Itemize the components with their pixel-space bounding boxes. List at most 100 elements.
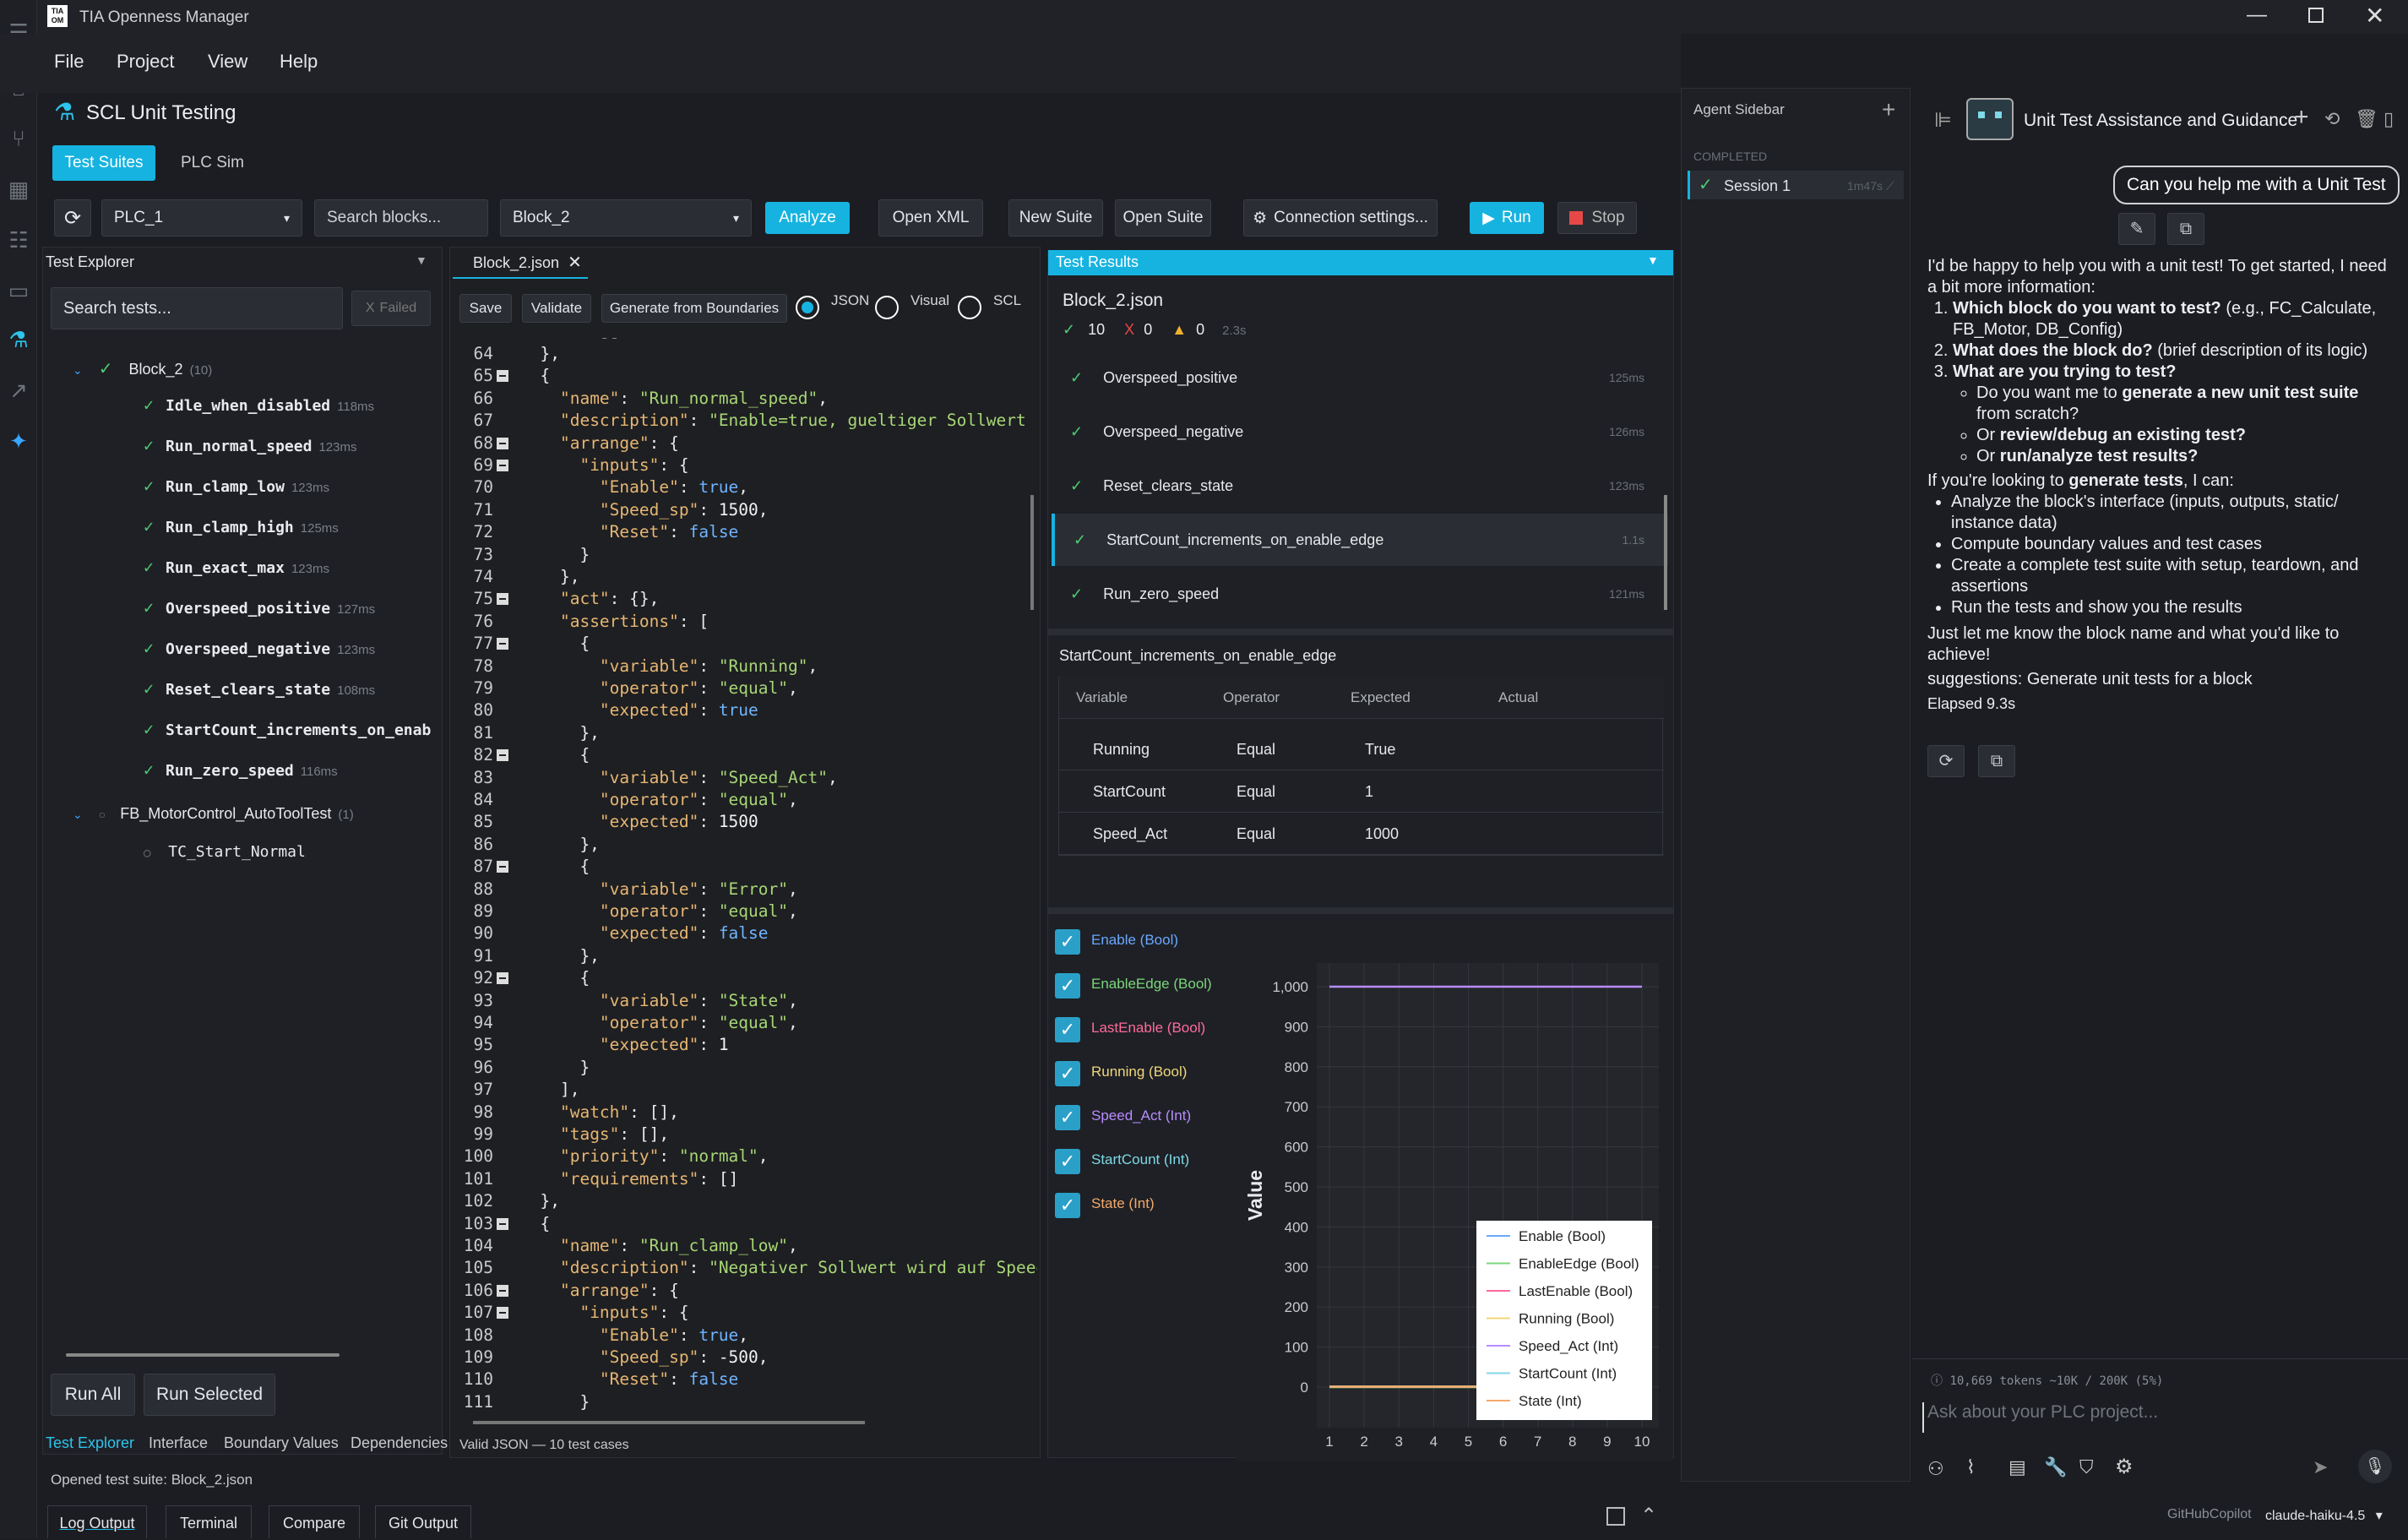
failed-filter-button[interactable]: X Failed	[351, 291, 431, 326]
splitter[interactable]	[1048, 907, 1673, 914]
tab-log-output[interactable]: Log Output	[47, 1505, 147, 1538]
tab-test-explorer[interactable]: Test Explorer	[46, 1434, 134, 1452]
edit-icon[interactable]: ⟋	[1886, 179, 1894, 193]
robot-icon[interactable]: ⚇	[1927, 1458, 1944, 1480]
test-item[interactable]: ✓ Run_clamp_high 125ms	[144, 516, 339, 536]
session-item[interactable]: ✓ Session 1 1m47s ⟋	[1688, 171, 1904, 199]
tab-dependencies[interactable]: Dependencies	[351, 1434, 448, 1452]
signal-checkbox[interactable]: ✓	[1055, 1193, 1080, 1218]
editor-tab[interactable]: Block_2.json ✕	[453, 248, 588, 279]
branch-icon[interactable]: ⑂	[5, 125, 32, 152]
document-icon[interactable]: ▤	[2008, 1456, 2026, 1478]
plc-select[interactable]: PLC_1 ▾	[101, 199, 302, 237]
signal-checkbox[interactable]: ✓	[1055, 1061, 1080, 1086]
result-row[interactable]: ✓ Overspeed_negative 126ms	[1052, 405, 1668, 458]
retry-icon[interactable]: ⟳	[1927, 745, 1965, 777]
chip-icon[interactable]: ▦	[5, 176, 32, 203]
run-button[interactable]: ▶ Run	[1470, 202, 1544, 234]
tab-test-suites[interactable]: Test Suites	[52, 145, 155, 181]
close-icon[interactable]: ✕	[2365, 2, 2384, 30]
menu-help[interactable]: Help	[280, 51, 318, 73]
test-item[interactable]: ✓ Idle_when_disabled 118ms	[144, 395, 374, 415]
monitor-icon[interactable]: ▭	[5, 277, 32, 304]
tab-plc-sim[interactable]: PLC Sim	[181, 154, 244, 172]
trash-icon[interactable]: 🗑	[2355, 108, 2378, 130]
test-search-input[interactable]: Search tests...	[51, 287, 343, 329]
connection-settings-button[interactable]: ⚙ Connection settings...	[1243, 199, 1438, 237]
refresh-button[interactable]: ⟳	[54, 199, 91, 237]
menu-project[interactable]: Project	[117, 51, 174, 73]
test-item[interactable]: ✓ Run_exact_max 123ms	[144, 557, 329, 577]
history-icon[interactable]: ⟲	[2324, 108, 2340, 130]
panel-icon[interactable]: ▯	[2384, 108, 2394, 130]
test-item[interactable]: ✓ Overspeed_negative 123ms	[144, 638, 375, 658]
signal-checkbox[interactable]: ✓	[1055, 929, 1080, 955]
plus-icon[interactable]: +	[2294, 103, 2309, 132]
maximize-icon[interactable]	[2308, 8, 2324, 23]
test-item[interactable]: ✓ Reset_clears_state 108ms	[144, 678, 375, 699]
tab-terminal[interactable]: Terminal	[166, 1505, 252, 1538]
splitter[interactable]	[1048, 629, 1673, 635]
tree-group-block2[interactable]: ⌄ ✓ Block_2 (10)	[73, 358, 212, 379]
test-item[interactable]: ✓ StartCount_increments_on_enab	[144, 719, 438, 739]
test-item[interactable]: ✓ Run_clamp_low 123ms	[144, 476, 329, 496]
run-all-button[interactable]: Run All	[51, 1374, 135, 1416]
validate-button[interactable]: Validate	[522, 294, 591, 323]
menu-file[interactable]: File	[54, 51, 84, 73]
vertical-scrollbar[interactable]	[1030, 495, 1034, 610]
collapse-icon[interactable]: ⊫	[1934, 108, 1952, 133]
json-code-editor[interactable]: -- 64 }, 65 { 66 "name": "Run_normal_spe…	[453, 338, 1037, 1419]
block-search-input[interactable]: Search blocks...	[314, 199, 488, 237]
signal-checkbox[interactable]: ✓	[1055, 1017, 1080, 1042]
block-select[interactable]: Block_2 ▾	[500, 199, 752, 237]
signal-checkbox[interactable]: ✓	[1055, 973, 1080, 999]
edit-icon[interactable]: ✎	[2118, 213, 2155, 245]
chevron-down-icon[interactable]: ▼	[1647, 253, 1659, 267]
tree-icon[interactable]: ☷	[5, 226, 32, 253]
minimize-icon[interactable]: —	[2247, 3, 2267, 27]
result-row[interactable]: ✓ Run_zero_speed 121ms	[1052, 568, 1668, 620]
result-row[interactable]: ✓ StartCount_increments_on_enable_edge 1.1…	[1052, 514, 1668, 566]
copy-icon[interactable]: ⧉	[1978, 745, 2015, 777]
open-suite-button[interactable]: Open Suite	[1115, 199, 1211, 237]
menu-view[interactable]: View	[208, 51, 247, 73]
analyze-button[interactable]: Analyze	[765, 202, 850, 234]
tree-group-motorcontrol[interactable]: ⌄ ○ FB_MotorControl_AutoToolTest (1)	[73, 805, 354, 823]
chat-input[interactable]: Ask about your PLC project...	[1922, 1402, 2395, 1433]
restore-panel-icon[interactable]	[1606, 1507, 1625, 1526]
tab-boundary-values[interactable]: Boundary Values	[224, 1434, 339, 1452]
plus-icon[interactable]: +	[1882, 96, 1895, 123]
gear-icon[interactable]: ⚙	[2115, 1455, 2133, 1479]
tab-compare[interactable]: Compare	[269, 1505, 360, 1538]
signal-checkbox[interactable]: ✓	[1055, 1105, 1080, 1130]
horizontal-scrollbar[interactable]	[473, 1421, 865, 1424]
radio-json[interactable]	[796, 296, 819, 319]
test-item[interactable]: ✓ Run_normal_speed 123ms	[144, 435, 356, 455]
chevron-down-icon[interactable]: ▼	[416, 253, 427, 267]
tab-interface[interactable]: Interface	[149, 1434, 208, 1452]
radio-visual[interactable]	[875, 296, 899, 319]
new-suite-button[interactable]: New Suite	[1008, 199, 1103, 237]
tab-git-output[interactable]: Git Output	[375, 1505, 471, 1538]
shield-icon[interactable]: ⛉	[2079, 1456, 2094, 1478]
stop-button[interactable]: Stop	[1557, 202, 1637, 234]
test-item[interactable]: ✓ Run_zero_speed 116ms	[144, 759, 338, 780]
chart-icon[interactable]: ↗	[5, 377, 32, 404]
result-row[interactable]: ✓ Reset_clears_state 123ms	[1052, 460, 1668, 512]
result-row[interactable]: ✓ Overspeed_positive 125ms	[1052, 351, 1668, 404]
test-tube-icon[interactable]: ⚗	[5, 326, 32, 353]
model-select[interactable]: claude-haiku-4.5 ▾	[2265, 1507, 2383, 1524]
copy-icon[interactable]: ⧉	[2167, 213, 2204, 245]
run-selected-button[interactable]: Run Selected	[144, 1374, 275, 1416]
generate-boundaries-button[interactable]: Generate from Boundaries	[601, 294, 787, 323]
horizontal-scrollbar[interactable]	[66, 1353, 340, 1357]
paperclip-icon[interactable]: ⌇	[1966, 1456, 1976, 1478]
wrench-icon[interactable]: 🔧	[2044, 1456, 2067, 1478]
send-icon[interactable]: ➤	[2313, 1456, 2328, 1478]
chevron-up-icon[interactable]: ⌃	[1640, 1504, 1657, 1528]
signal-checkbox[interactable]: ✓	[1055, 1149, 1080, 1174]
microphone-icon[interactable]: 🎙	[2358, 1450, 2392, 1483]
vertical-scrollbar[interactable]	[1664, 495, 1667, 610]
test-item[interactable]: ✓ Overspeed_positive 127ms	[144, 597, 375, 618]
sparkle-icon[interactable]: ✦	[5, 427, 32, 454]
